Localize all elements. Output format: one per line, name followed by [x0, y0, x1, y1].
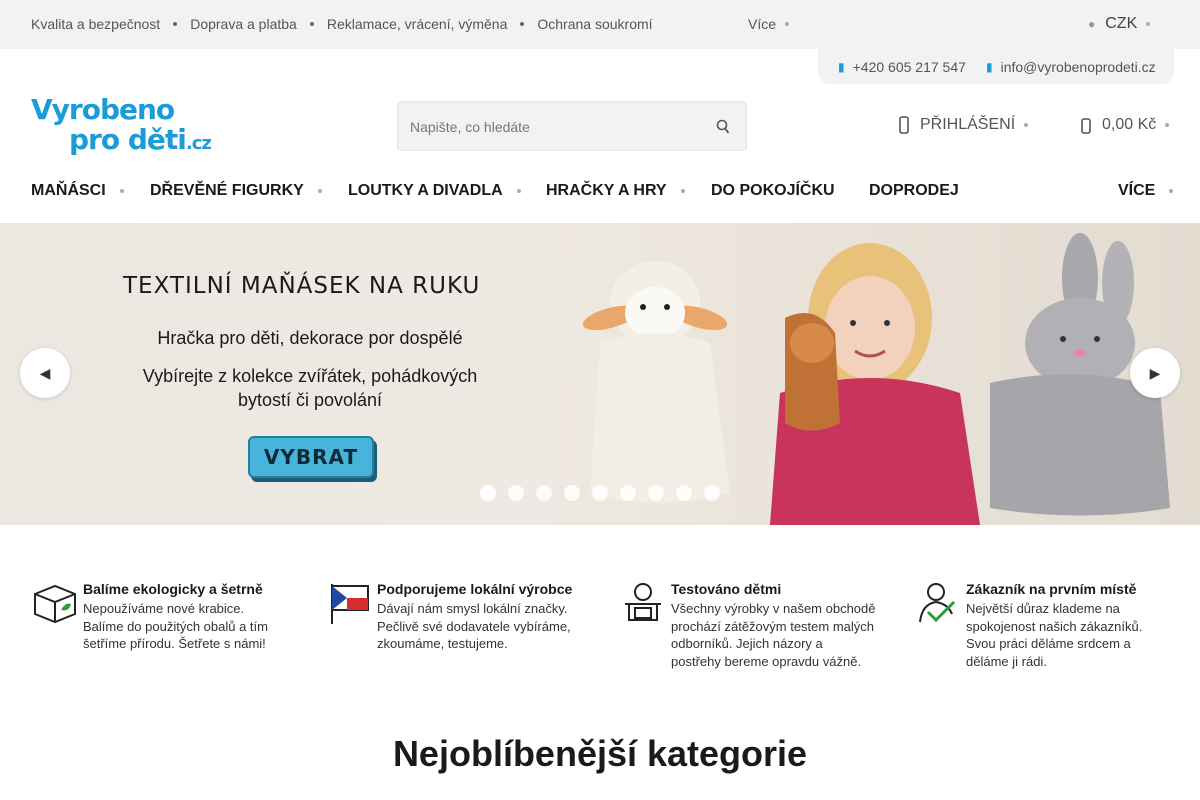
currency-label: CZK: [1105, 15, 1138, 32]
contact-email[interactable]: ▮ info@vyrobenoprodeti.cz: [986, 59, 1156, 75]
benefit-title: Zákazník na prvním místě: [966, 581, 1137, 597]
benefit-text: Všechny výrobky v našem obchodě prochází…: [671, 601, 876, 669]
czech-flag-icon: [331, 584, 369, 624]
contact-phone[interactable]: ▮ +420 605 217 547: [838, 59, 966, 75]
hero-title: TEXTILNÍ MAŇÁSEK NA RUKU: [123, 273, 481, 299]
section-title: Nejoblíbenější kategorie: [392, 733, 808, 774]
chevron-right-icon: ▶: [1149, 364, 1161, 381]
nav-item-label: HRAČKY A HRY: [546, 182, 667, 199]
cart-total: 0,00 Kč: [1102, 116, 1157, 133]
cart-button[interactable]: 0,00 Kč: [1080, 116, 1170, 134]
carousel-dot[interactable]: [676, 485, 692, 501]
carousel-dots: [480, 485, 732, 501]
hero-cta-button[interactable]: VYBRAT: [248, 436, 374, 478]
carousel-next-button[interactable]: ▶: [1130, 348, 1180, 398]
search-box: [397, 101, 747, 151]
contact-phone-text: +420 605 217 547: [852, 59, 966, 75]
nav-item-puppets[interactable]: MAŇÁSCI: [31, 182, 124, 200]
nav-item-more[interactable]: VÍCE: [1118, 182, 1174, 200]
benefit-text: Nepoužíváme nové krabice. Balíme do použ…: [83, 601, 268, 651]
nav-item-label: DŘEVĚNÉ FIGURKY: [150, 182, 304, 199]
carousel-prev-button[interactable]: ◀: [20, 348, 70, 398]
top-link-shipping[interactable]: Doprava a platba: [190, 16, 297, 32]
logo-tld: .cz: [185, 133, 212, 154]
site-logo[interactable]: Vyrobeno pro děti.cz: [31, 93, 212, 159]
chevron-left-icon: ◀: [39, 364, 51, 381]
chevron-down-icon: [680, 189, 685, 193]
chevron-down-icon: [317, 189, 322, 193]
login-button[interactable]: PŘIHLÁŠENÍ: [898, 116, 1029, 134]
benefit-title: Balíme ekologicky a šetrně: [83, 581, 263, 597]
cart-icon: [1081, 118, 1091, 134]
nav-item-wooden-figures[interactable]: DŘEVĚNÉ FIGURKY: [150, 182, 322, 200]
currency-icon: ●: [1088, 17, 1096, 31]
chevron-down-icon: [516, 189, 521, 193]
carousel-dot[interactable]: [508, 485, 524, 501]
chevron-down-icon: [1165, 123, 1170, 127]
search-input[interactable]: [410, 116, 690, 138]
separator-dot: [309, 22, 314, 26]
nav-item-label: LOUTKY A DIVADLA: [348, 182, 503, 199]
carousel-dot[interactable]: [480, 485, 496, 501]
child-tested-icon: [625, 583, 661, 621]
hero-subtitle: Hračka pro děti, dekorace por dospělé: [157, 328, 463, 348]
carousel-dot[interactable]: [704, 485, 720, 501]
hero-illustration: [582, 233, 1170, 525]
lamb-puppet-image: [582, 261, 730, 503]
carousel-dot[interactable]: [592, 485, 608, 501]
chevron-down-icon: [1024, 123, 1029, 127]
nav-item-label: MAŇÁSCI: [31, 182, 106, 199]
carousel-dot[interactable]: [564, 485, 580, 501]
nav-item-kids-room[interactable]: DO POKOJÍČKU: [711, 182, 835, 200]
phone-icon: ▮: [838, 60, 845, 74]
top-more-label: Více: [748, 16, 777, 32]
top-link-privacy[interactable]: Ochrana soukromí: [537, 16, 652, 32]
logo-line2-text: pro děti: [69, 123, 187, 156]
nav-item-toys-games[interactable]: HRAČKY A HRY: [546, 182, 685, 200]
customer-check-icon: [919, 583, 956, 623]
top-links: Kvalita a bezpečnost Doprava a platba Re…: [31, 16, 653, 32]
main-nav: MAŇÁSCI DŘEVĚNÉ FIGURKY LOUTKY A DIVADLA…: [31, 182, 1174, 204]
benefit-title: Testováno dětmi: [671, 581, 782, 597]
logo-line1: Vyrobeno: [31, 93, 175, 126]
hero-description: Vybírejte z kolekce zvířátek, pohádkovýc…: [142, 366, 478, 410]
carousel-dot[interactable]: [536, 485, 552, 501]
nav-item-label: VÍCE: [1118, 182, 1156, 199]
chevron-down-icon: [785, 22, 790, 26]
nav-item-sale[interactable]: DOPRODEJ: [869, 182, 959, 200]
logo-line2: pro děti.cz: [69, 123, 212, 159]
eco-box-icon: [34, 584, 76, 624]
mail-icon: ▮: [986, 60, 993, 74]
top-more-dropdown[interactable]: Více: [748, 16, 790, 32]
contact-strip: ▮ +420 605 217 547 ▮ info@vyrobenoprodet…: [818, 49, 1174, 84]
top-bar: Kvalita a bezpečnost Doprava a platba Re…: [0, 0, 1200, 49]
nav-item-marionettes[interactable]: LOUTKY A DIVADLA: [348, 182, 521, 200]
chevron-down-icon: [1146, 22, 1151, 26]
benefit-title: Podporujeme lokální výrobce: [377, 581, 573, 597]
nav-item-label: DO POKOJÍČKU: [711, 182, 835, 199]
user-icon: [899, 116, 909, 134]
benefit-text: Největší důraz klademe na spokojenost na…: [966, 601, 1143, 669]
carousel-dot[interactable]: [620, 485, 636, 501]
separator-dot: [173, 22, 178, 26]
currency-selector[interactable]: ● CZK: [1088, 15, 1151, 33]
nav-item-label: DOPRODEJ: [869, 182, 959, 199]
top-link-quality[interactable]: Kvalita a bezpečnost: [31, 16, 160, 32]
login-label: PŘIHLÁŠENÍ: [920, 116, 1016, 133]
separator-dot: [520, 22, 525, 26]
carousel-dot[interactable]: [648, 485, 664, 501]
contact-email-text: info@vyrobenoprodeti.cz: [1000, 59, 1156, 75]
benefits-strip: Balíme ekologicky a šetrně Nepoužíváme n…: [0, 525, 1200, 695]
chevron-down-icon: [1169, 189, 1174, 193]
search-icon[interactable]: [716, 118, 730, 136]
chevron-down-icon: [119, 189, 124, 193]
fox-puppet-image: [785, 313, 840, 431]
hero-carousel: TEXTILNÍ MAŇÁSEK NA RUKU Hračka pro děti…: [0, 223, 1200, 525]
top-link-returns[interactable]: Reklamace, vrácení, výměna: [327, 16, 508, 32]
benefit-text: Dávají nám smysl lokální značky. Pečlivě…: [377, 601, 571, 651]
